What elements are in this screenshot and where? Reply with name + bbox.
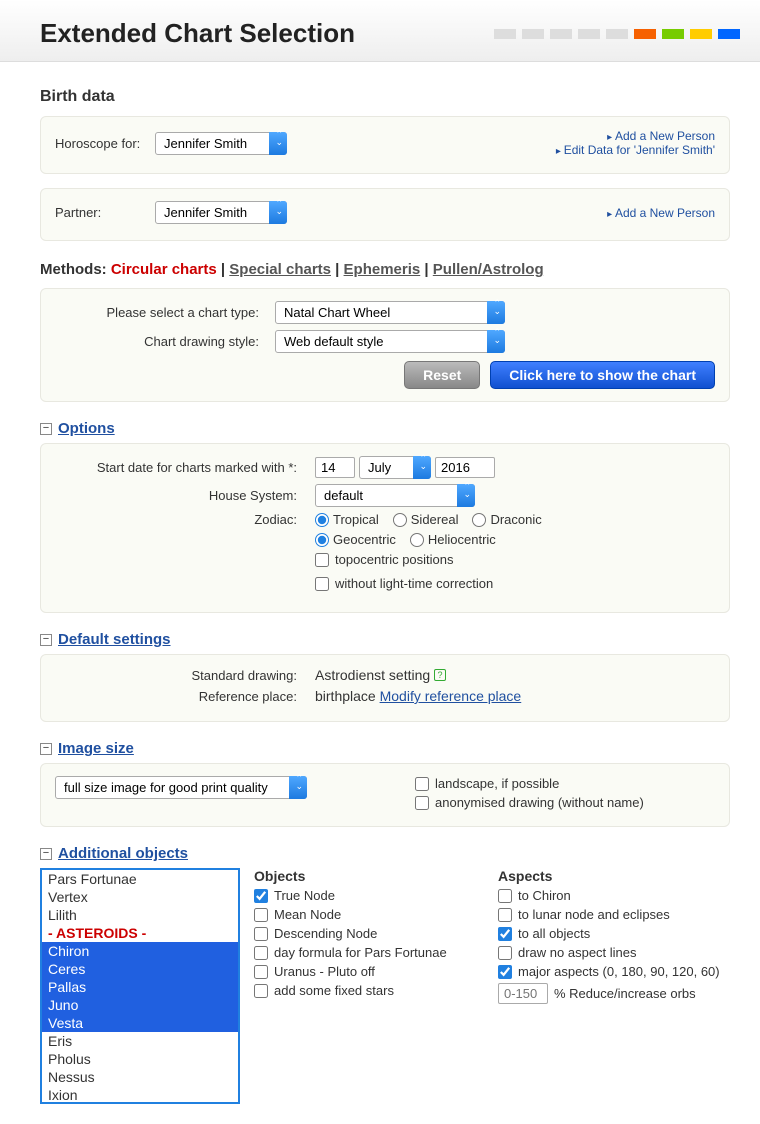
horoscope-label: Horoscope for:: [55, 136, 155, 151]
reset-button[interactable]: Reset: [404, 361, 480, 389]
zodiac-radio-2: Geocentric Heliocentric: [315, 532, 496, 547]
check-landscape[interactable]: [415, 777, 429, 791]
list-item[interactable]: Vertex: [42, 888, 238, 906]
list-item[interactable]: Chiron: [42, 942, 238, 960]
check-object[interactable]: [254, 927, 268, 941]
partner-panel: Partner: Jennifer Smith Add a New Person: [40, 188, 730, 241]
additional-listbox[interactable]: Pars FortunaeVertexLilith- ASTEROIDS -Ch…: [40, 868, 240, 1104]
list-item[interactable]: Lilith: [42, 906, 238, 924]
check-object[interactable]: [254, 984, 268, 998]
defaults-title[interactable]: Default settings: [58, 631, 171, 648]
radio-heliocentric[interactable]: [410, 533, 424, 547]
tab-special[interactable]: Special charts: [229, 261, 331, 278]
list-item[interactable]: Pholus: [42, 1050, 238, 1068]
methods-tabs: Methods: Circular charts | Special chart…: [40, 261, 730, 278]
chart-style-select[interactable]: Web default style: [275, 330, 505, 353]
partner-label: Partner:: [55, 205, 155, 220]
help-icon[interactable]: ?: [434, 669, 446, 681]
birth-heading: Birth data: [40, 88, 730, 106]
add-partner-link[interactable]: Add a New Person: [607, 206, 715, 220]
horoscope-select[interactable]: Jennifer Smith: [155, 132, 287, 155]
imagesize-title[interactable]: Image size: [58, 740, 134, 757]
chart-type-label: Please select a chart type:: [55, 305, 275, 320]
chart-style-label: Chart drawing style:: [55, 334, 275, 349]
zodiac-radio-1: Tropical Sidereal Draconic: [315, 512, 542, 527]
check-object[interactable]: [254, 908, 268, 922]
year-input[interactable]: [435, 457, 495, 478]
list-item[interactable]: Vesta: [42, 1014, 238, 1032]
additional-title[interactable]: Additional objects: [58, 845, 188, 862]
check-aspect[interactable]: [498, 908, 512, 922]
objects-column: Objects True NodeMean NodeDescending Nod…: [254, 868, 484, 1104]
list-item[interactable]: Nessus: [42, 1068, 238, 1086]
check-object[interactable]: [254, 946, 268, 960]
check-object[interactable]: [254, 889, 268, 903]
list-item[interactable]: Ceres: [42, 960, 238, 978]
list-item[interactable]: Eris: [42, 1032, 238, 1050]
aspects-column: Aspects to Chironto lunar node and eclip…: [498, 868, 730, 1104]
imagesize-toggle[interactable]: −: [40, 743, 52, 755]
list-item[interactable]: Pallas: [42, 978, 238, 996]
radio-tropical[interactable]: [315, 513, 329, 527]
house-select[interactable]: default: [315, 484, 475, 507]
options-title[interactable]: Options: [58, 420, 115, 437]
list-item[interactable]: - ASTEROIDS -: [42, 924, 238, 942]
month-select[interactable]: July: [359, 456, 431, 479]
modify-reference-link[interactable]: Modify reference place: [380, 688, 522, 704]
check-aspect[interactable]: [498, 946, 512, 960]
show-chart-button[interactable]: Click here to show the chart: [490, 361, 715, 389]
add-person-link[interactable]: Add a New Person: [556, 129, 715, 143]
list-item[interactable]: Pars Fortunae: [42, 870, 238, 888]
radio-geocentric[interactable]: [315, 533, 329, 547]
radio-draconic[interactable]: [472, 513, 486, 527]
chart-panel: Please select a chart type: Natal Chart …: [40, 288, 730, 402]
edit-data-link[interactable]: Edit Data for 'Jennifer Smith': [556, 143, 715, 157]
check-lighttime[interactable]: [315, 577, 329, 591]
page-header: Extended Chart Selection: [0, 0, 760, 62]
defaults-panel: Standard drawing: Astrodienst setting ? …: [40, 654, 730, 722]
options-panel: Start date for charts marked with *: Jul…: [40, 443, 730, 613]
check-aspect[interactable]: [498, 927, 512, 941]
defaults-toggle[interactable]: −: [40, 634, 52, 646]
imagesize-select[interactable]: full size image for good print quality: [55, 776, 307, 799]
check-anon[interactable]: [415, 796, 429, 810]
check-aspect[interactable]: [498, 889, 512, 903]
color-bars: [494, 29, 740, 39]
tab-pullen[interactable]: Pullen/Astrolog: [433, 261, 544, 278]
additional-toggle[interactable]: −: [40, 848, 52, 860]
orb-input[interactable]: [498, 983, 548, 1004]
partner-select[interactable]: Jennifer Smith: [155, 201, 287, 224]
options-toggle[interactable]: −: [40, 423, 52, 435]
imagesize-panel: full size image for good print quality l…: [40, 763, 730, 827]
radio-sidereal[interactable]: [393, 513, 407, 527]
horoscope-panel: Horoscope for: Jennifer Smith Add a New …: [40, 116, 730, 174]
list-item[interactable]: Juno: [42, 996, 238, 1014]
tab-circular[interactable]: Circular charts: [111, 261, 217, 278]
list-item[interactable]: Ixion: [42, 1086, 238, 1104]
page-title: Extended Chart Selection: [40, 18, 355, 49]
tab-ephemeris[interactable]: Ephemeris: [344, 261, 421, 278]
check-object[interactable]: [254, 965, 268, 979]
chart-type-select[interactable]: Natal Chart Wheel: [275, 301, 505, 324]
check-aspect[interactable]: [498, 965, 512, 979]
check-topocentric[interactable]: [315, 553, 329, 567]
day-input[interactable]: [315, 457, 355, 478]
